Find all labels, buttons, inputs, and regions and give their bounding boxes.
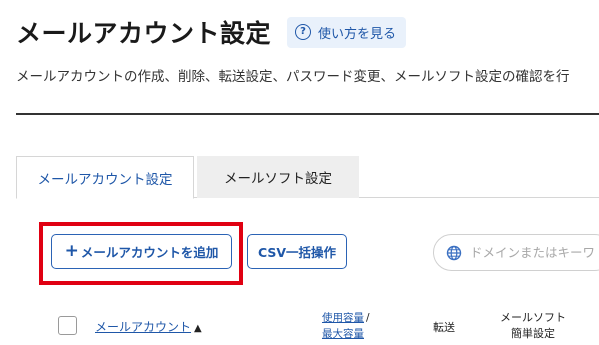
usage-separator: / — [366, 312, 370, 324]
column-header-account: メールアカウント ▲ — [95, 318, 202, 335]
help-button-label: 使い方を見る — [318, 26, 397, 42]
globe-icon — [446, 245, 462, 260]
page-title: メールアカウント設定 — [16, 19, 272, 48]
title-row: メールアカウント設定 ? 使い方を見る — [16, 14, 407, 50]
plus-icon: + — [64, 241, 79, 261]
sort-by-account-link[interactable]: メールアカウント — [95, 320, 191, 334]
page: メールアカウント設定 ? 使い方を見る メールアカウントの作成、削除、転送設定、… — [0, 0, 599, 345]
select-all-checkbox[interactable] — [58, 316, 77, 335]
column-header-mail-software: メールソフト 簡単設定 — [500, 310, 566, 342]
sort-by-usage-link[interactable]: 使用容量 — [322, 312, 364, 324]
tab-bar: メールアカウント設定 メールソフト設定 — [16, 156, 599, 199]
column-header-forward: 転送 — [433, 321, 455, 334]
sort-up-icon: ▲ — [194, 323, 202, 334]
tab-mail-software-settings[interactable]: メールソフト設定 — [197, 156, 359, 198]
add-mail-account-button[interactable]: + メールアカウントを追加 — [51, 234, 232, 269]
help-button[interactable]: ? 使い方を見る — [287, 16, 407, 48]
mail-software-line1: メールソフト — [500, 311, 566, 324]
add-mail-account-label: メールアカウントを追加 — [80, 245, 219, 260]
tab-mail-account-settings[interactable]: メールアカウント設定 — [16, 156, 194, 199]
header-divider — [16, 113, 599, 115]
search-input[interactable] — [470, 245, 599, 260]
column-header-usage: 使用容量 / 最大容量 — [322, 310, 370, 342]
search-box[interactable] — [433, 234, 599, 271]
page-description: メールアカウントの作成、削除、転送設定、パスワード変更、メールソフト設定の確認を… — [16, 69, 570, 85]
table-header: メールアカウント ▲ 使用容量 / 最大容量 転送 メールソフト 簡単設定 — [0, 306, 599, 345]
help-circle-icon: ? — [295, 24, 312, 40]
mail-software-line2: 簡単設定 — [511, 327, 555, 340]
sort-by-max-capacity-link[interactable]: 最大容量 — [322, 328, 364, 340]
csv-bulk-button[interactable]: CSV一括操作 — [247, 234, 347, 269]
